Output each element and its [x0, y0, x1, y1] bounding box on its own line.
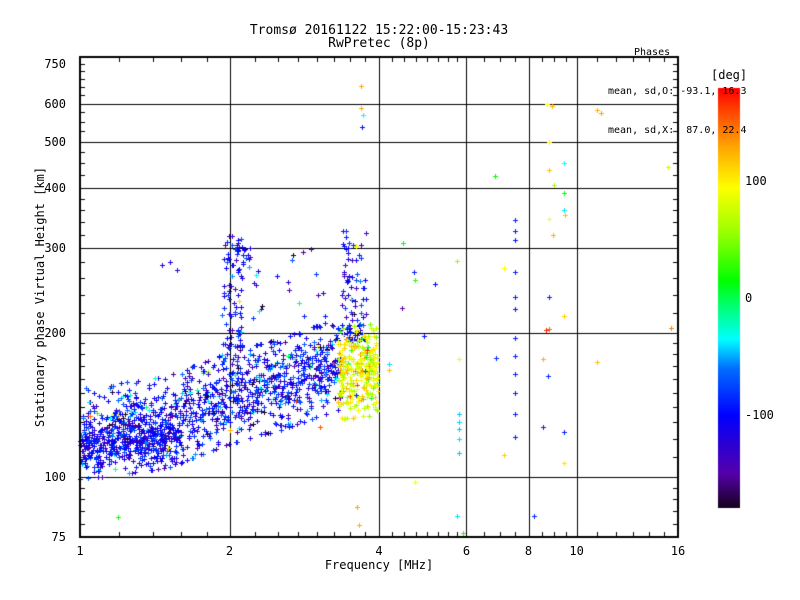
- y-axis-title: Stationary phase Virtual Height [km]: [33, 167, 47, 427]
- plot-subtitle: RwPretec (8p): [328, 36, 430, 51]
- colorbar-tick-label: -100: [745, 409, 774, 421]
- y-tick-label: 750: [22, 58, 66, 70]
- x-tick-label: 4: [375, 545, 382, 557]
- phases-heading: Phases: [634, 46, 746, 59]
- x-axis-title: Frequency [MHz]: [325, 558, 433, 572]
- colorbar-unit-label: [deg]: [711, 68, 747, 82]
- x-tick-label: 6: [463, 545, 470, 557]
- phases-stats-block: Phases mean, sd,O: -93.1, 16.3 mean, sd,…: [608, 20, 746, 163]
- colorbar-tick-label: 0: [745, 292, 752, 304]
- colorbar-tick-label: 100: [745, 175, 767, 187]
- y-tick-label: 400: [22, 182, 66, 194]
- y-tick-label: 600: [22, 98, 66, 110]
- ionogram-screen: Tromsø 20161122 15:22:00-15:23:43 RwPret…: [0, 0, 800, 600]
- x-tick-label: 8: [525, 545, 532, 557]
- x-tick-label: 16: [671, 545, 685, 557]
- x-tick-label: 10: [569, 545, 583, 557]
- y-tick-label: 200: [22, 327, 66, 339]
- phases-x-mode-stats: mean, sd,X: 87.0, 22.4: [608, 124, 746, 137]
- y-tick-label: 100: [22, 471, 66, 483]
- y-tick-label: 500: [22, 136, 66, 148]
- phases-o-mode-stats: mean, sd,O: -93.1, 16.3: [608, 85, 746, 98]
- y-tick-label: 300: [22, 242, 66, 254]
- y-tick-label: 75: [22, 531, 66, 543]
- x-tick-label: 1: [76, 545, 83, 557]
- x-tick-label: 2: [226, 545, 233, 557]
